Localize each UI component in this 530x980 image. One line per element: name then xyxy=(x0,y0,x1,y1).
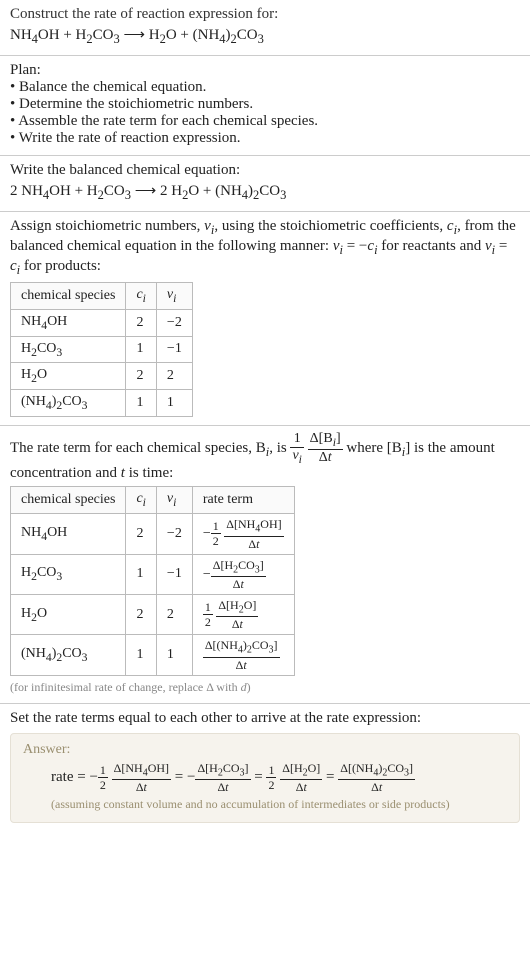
table-header-row: chemical species ci νi xyxy=(11,283,193,310)
col-vi: νi xyxy=(156,487,192,514)
table-header-row: chemical species ci νi rate term xyxy=(11,487,295,514)
table-row: H2O 2 2 xyxy=(11,363,193,390)
stoich-table: chemical species ci νi NH4OH 2 −2 H2CO3 … xyxy=(10,282,193,417)
stoich-text: Assign stoichiometric numbers, νi, using… xyxy=(10,218,520,278)
question-section: Construct the rate of reaction expressio… xyxy=(0,0,530,56)
col-ci: ci xyxy=(126,487,156,514)
table-row: (NH4)2CO3 1 1 Δ[(NH4)2CO3]Δt xyxy=(11,635,295,675)
rateterm-note: (for infinitesimal rate of change, repla… xyxy=(10,680,520,695)
final-section: Set the rate terms equal to each other t… xyxy=(0,704,530,831)
col-species: chemical species xyxy=(11,487,126,514)
rateterm-table: chemical species ci νi rate term NH4OH 2… xyxy=(10,486,295,675)
plan-item: • Determine the stoichiometric numbers. xyxy=(10,96,520,113)
plan-item: • Assemble the rate term for each chemic… xyxy=(10,113,520,130)
plan-item: • Write the rate of reaction expression. xyxy=(10,130,520,147)
balanced-section: Write the balanced chemical equation: 2 … xyxy=(0,156,530,212)
col-vi: νi xyxy=(156,283,192,310)
table-row: H2O 2 2 12 Δ[H2O]Δt xyxy=(11,595,295,635)
rateterm-section: The rate term for each chemical species,… xyxy=(0,426,530,704)
final-heading: Set the rate terms equal to each other t… xyxy=(10,710,520,727)
balanced-equation: 2 NH4OH + H2CO3 ⟶ 2 H2O + (NH4)2CO3 xyxy=(10,181,520,203)
plan-item: • Balance the chemical equation. xyxy=(10,79,520,96)
answer-assumption: (assuming constant volume and no accumul… xyxy=(23,797,507,812)
balanced-heading: Write the balanced chemical equation: xyxy=(10,162,520,179)
plan-section: Plan: • Balance the chemical equation. •… xyxy=(0,56,530,156)
col-rate: rate term xyxy=(192,487,294,514)
answer-expression: rate = −12 Δ[NH4OH]Δt = −Δ[H2CO3]Δt = 12… xyxy=(23,762,507,793)
table-row: H2CO3 1 −1 −Δ[H2CO3]Δt xyxy=(11,554,295,594)
stoich-section: Assign stoichiometric numbers, νi, using… xyxy=(0,212,530,426)
col-ci: ci xyxy=(126,283,156,310)
answer-label: Answer: xyxy=(23,742,507,758)
table-row: NH4OH 2 −2 −12 Δ[NH4OH]Δt xyxy=(11,514,295,554)
rateterm-text: The rate term for each chemical species,… xyxy=(10,432,520,482)
answer-box: Answer: rate = −12 Δ[NH4OH]Δt = −Δ[H2CO3… xyxy=(10,733,520,823)
table-row: H2CO3 1 −1 xyxy=(11,336,193,363)
col-species: chemical species xyxy=(11,283,126,310)
question-prompt: Construct the rate of reaction expressio… xyxy=(10,6,520,23)
question-equation: NH4OH + H2CO3 ⟶ H2O + (NH4)2CO3 xyxy=(10,25,520,47)
table-row: NH4OH 2 −2 xyxy=(11,309,193,336)
plan-heading: Plan: xyxy=(10,62,520,79)
table-row: (NH4)2CO3 1 1 xyxy=(11,390,193,417)
